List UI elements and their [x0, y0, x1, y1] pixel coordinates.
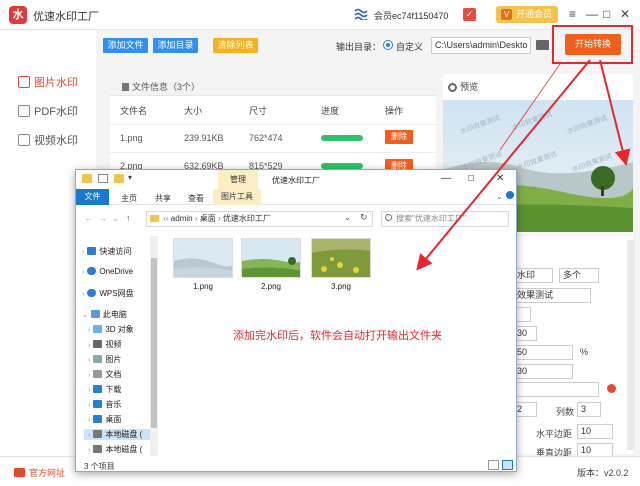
annotation-text: 添加完水印后，软件会自动打开输出文件夹	[233, 330, 442, 342]
annotation-arrows	[416, 59, 631, 271]
